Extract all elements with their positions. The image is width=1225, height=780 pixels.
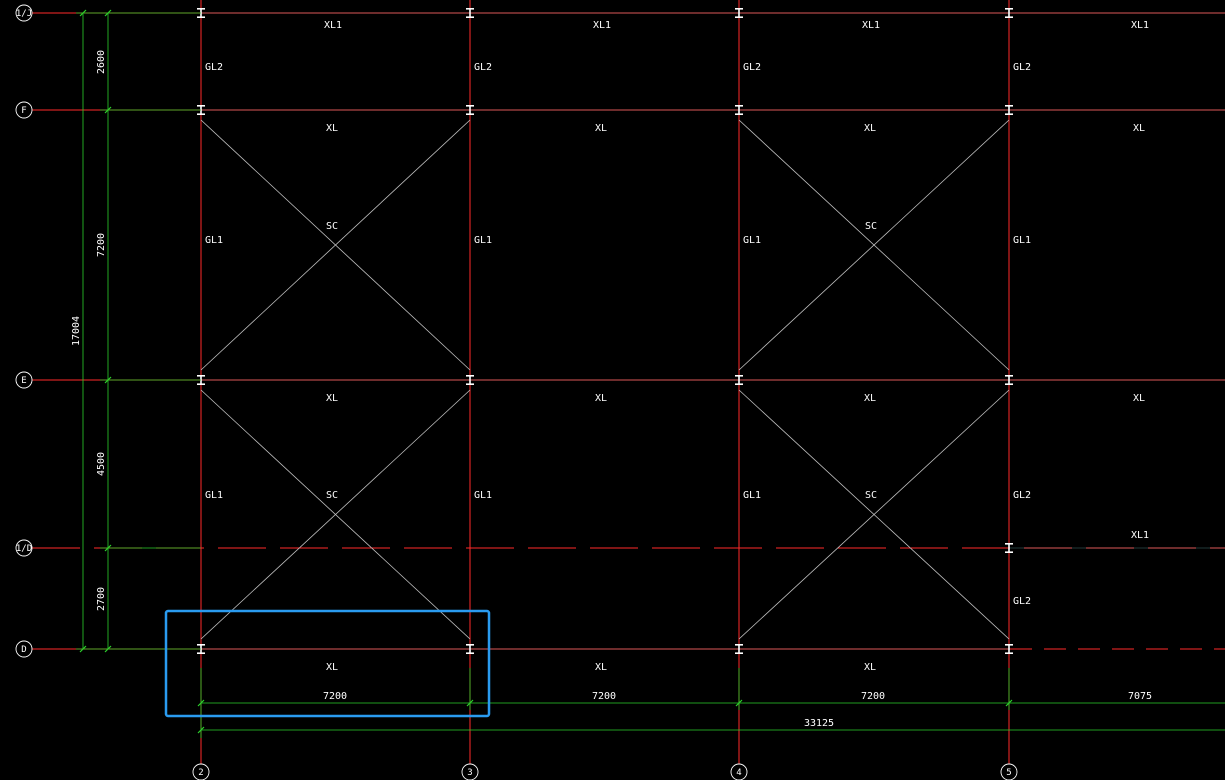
dim-text-segment: 7200 — [96, 233, 107, 257]
beam-label: XL — [864, 662, 876, 673]
beam-label: XL — [326, 123, 338, 134]
brace-label: SC — [865, 221, 877, 232]
dim-text-segment: 7200 — [861, 691, 885, 702]
beam-label: XL1 — [324, 20, 342, 31]
column-label: GL2 — [1013, 490, 1031, 501]
beam-label: XL1 — [862, 20, 880, 31]
beam-label: XL1 — [593, 20, 611, 31]
cad-drawing-canvas[interactable]: 1/J F E 1/D D 2 3 4 5 17004 2600 7200 45… — [0, 0, 1225, 780]
axis-bubble-label: 5 — [1006, 768, 1011, 778]
beam-label: XL1 — [1131, 20, 1149, 31]
beam-label: XL — [1133, 393, 1145, 404]
axis-bubble-row-D[interactable]: D — [15, 640, 33, 658]
axis-bubble-row-F[interactable]: F — [15, 101, 33, 119]
beam-label: XL — [595, 393, 607, 404]
beam-label: XL — [595, 662, 607, 673]
dim-text-overall: 17004 — [71, 316, 82, 346]
beam-label: XL — [326, 393, 338, 404]
dim-text-segment: 7075 — [1128, 691, 1152, 702]
axis-bubble-row-1D[interactable]: 1/D — [15, 539, 33, 557]
column-label: GL2 — [205, 62, 223, 73]
axis-bubble-row-E[interactable]: E — [15, 371, 33, 389]
axis-bubble-label: D — [21, 645, 26, 655]
axis-bubble-label: 4 — [736, 768, 741, 778]
column-label: GL2 — [1013, 62, 1031, 73]
canvas-background — [0, 0, 1225, 780]
axis-bubble-col-2[interactable]: 2 — [192, 763, 210, 780]
column-label: GL2 — [474, 62, 492, 73]
dim-text-segment: 7200 — [592, 691, 616, 702]
axis-bubble-col-3[interactable]: 3 — [461, 763, 479, 780]
column-label: GL1 — [474, 490, 492, 501]
axis-bubble-label: 1/J — [16, 9, 32, 19]
column-label: GL1 — [205, 235, 223, 246]
axis-bubble-label: 2 — [198, 768, 203, 778]
column-label: GL1 — [743, 235, 761, 246]
beam-label: XL — [326, 662, 338, 673]
dim-text-segment: 2700 — [96, 587, 107, 611]
dim-text-segment: 7200 — [323, 691, 347, 702]
beam-label: XL — [864, 123, 876, 134]
column-label: GL1 — [474, 235, 492, 246]
beam-label: XL — [595, 123, 607, 134]
column-label: GL2 — [743, 62, 761, 73]
axis-bubble-label: 1/D — [16, 544, 32, 554]
beam-label: XL1 — [1131, 530, 1149, 541]
brace-label: SC — [326, 490, 338, 501]
brace-label: SC — [326, 221, 338, 232]
column-label: GL1 — [205, 490, 223, 501]
column-label: GL1 — [743, 490, 761, 501]
axis-bubble-col-4[interactable]: 4 — [730, 763, 748, 780]
axis-bubble-label: F — [21, 106, 26, 116]
beam-label: XL — [1133, 123, 1145, 134]
axis-bubble-row-1J[interactable]: 1/J — [15, 4, 33, 22]
axis-bubble-label: E — [21, 376, 26, 386]
column-label: GL1 — [1013, 235, 1031, 246]
beam-label: XL — [864, 393, 876, 404]
dim-text-segment: 4500 — [96, 452, 107, 476]
dim-text-overall: 33125 — [804, 718, 834, 729]
axis-bubble-col-5[interactable]: 5 — [1000, 763, 1018, 780]
column-label: GL2 — [1013, 596, 1031, 607]
dim-text-segment: 2600 — [96, 50, 107, 74]
axis-bubble-label: 3 — [467, 768, 472, 778]
brace-label: SC — [865, 490, 877, 501]
